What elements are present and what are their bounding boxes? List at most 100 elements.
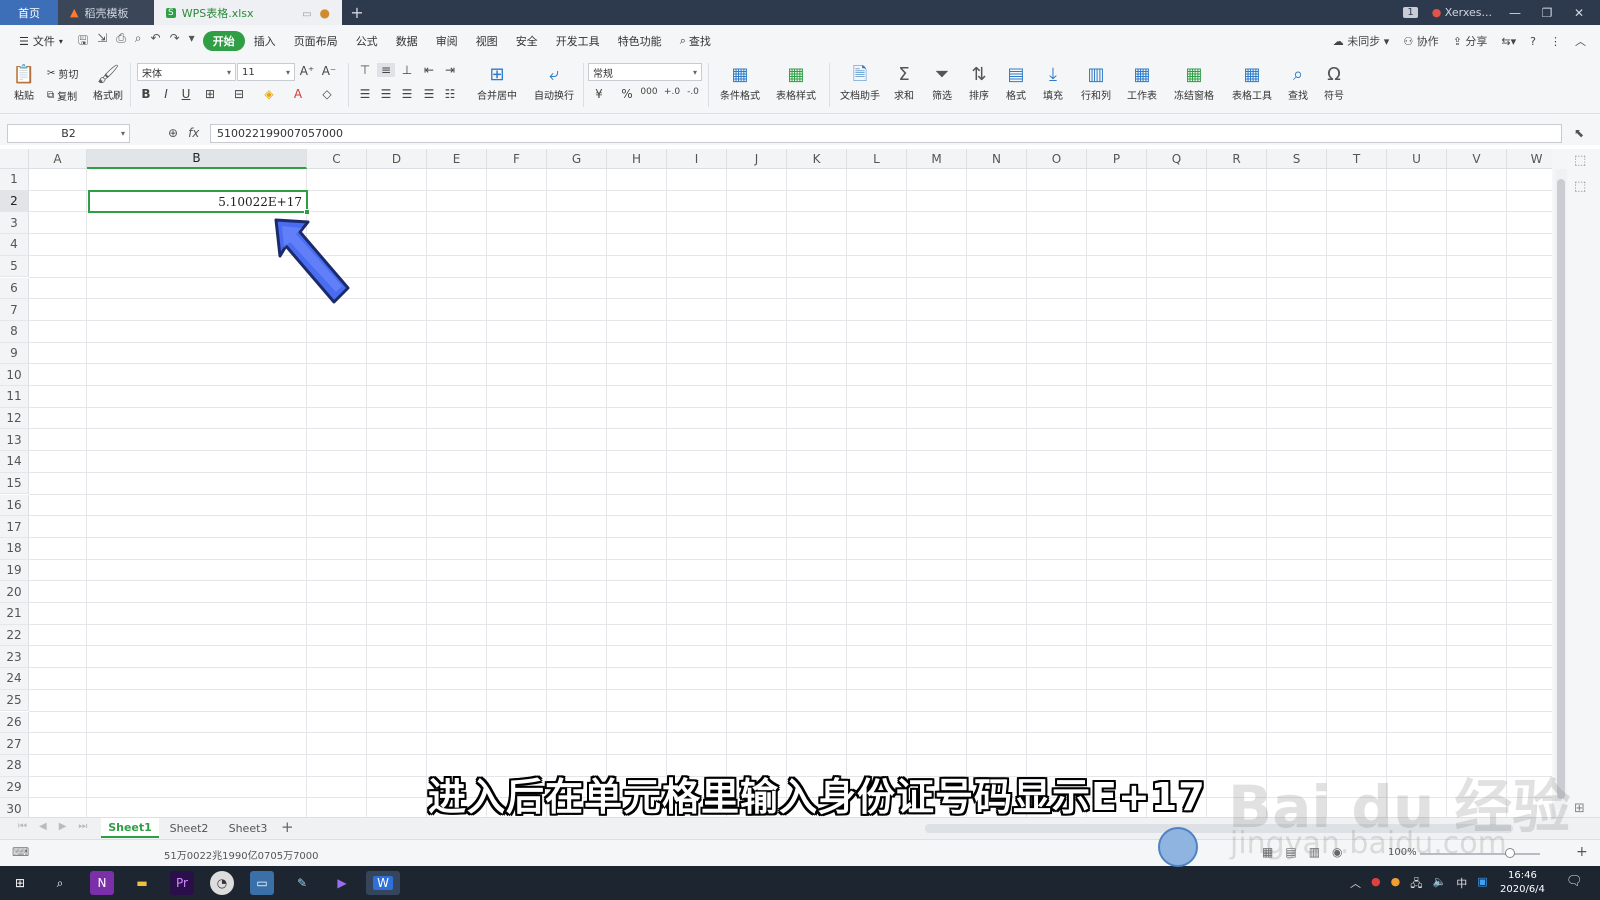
column-header[interactable]: M <box>907 149 967 169</box>
minimize-icon[interactable]: — <box>1506 6 1524 20</box>
conditional-format-button[interactable]: ▦ 条件格式 <box>714 63 766 102</box>
doc-helper-button[interactable]: 🗎 文档助手 <box>836 63 884 102</box>
column-header[interactable]: T <box>1327 149 1387 169</box>
menu-search[interactable]: ⌕ 查找 <box>671 31 720 51</box>
indent-decrease-icon[interactable]: ⇤ <box>420 63 438 77</box>
column-header[interactable]: K <box>787 149 847 169</box>
column-header[interactable]: G <box>547 149 607 169</box>
row-header[interactable]: 26 <box>0 711 29 734</box>
wps-taskbar-icon[interactable]: W <box>366 871 400 895</box>
row-header[interactable]: 12 <box>0 407 29 430</box>
row-header[interactable]: 3 <box>0 212 29 235</box>
menu-home[interactable]: 开始 <box>202 31 245 51</box>
row-header[interactable]: 8 <box>0 320 29 343</box>
align-middle-icon[interactable]: ≡ <box>377 63 395 77</box>
column-header[interactable]: J <box>727 149 787 169</box>
add-sheet-icon[interactable]: + <box>281 818 294 836</box>
font-shrink-icon[interactable]: A⁻ <box>320 64 338 78</box>
decrease-decimal-icon[interactable]: -.0 <box>684 87 702 97</box>
window-count-badge[interactable]: 1 <box>1403 7 1418 18</box>
border-icon[interactable]: ⊞ <box>201 87 219 101</box>
next-sheet-icon[interactable]: ▶ <box>59 821 67 832</box>
column-header[interactable]: W <box>1507 149 1552 169</box>
row-header[interactable]: 15 <box>0 472 29 495</box>
column-header[interactable]: C <box>307 149 367 169</box>
active-cell-b2[interactable]: 5.10022E+17 <box>88 190 310 215</box>
table-tools-button[interactable]: ▦ 表格工具 <box>1226 63 1278 102</box>
close-window-icon[interactable]: ✕ <box>1570 6 1588 20</box>
find-button[interactable]: ⌕ 查找 <box>1282 63 1314 102</box>
filter-button[interactable]: ⏷ 筛选 <box>926 63 958 102</box>
network-icon[interactable]: 🖧 <box>1410 875 1422 894</box>
align-bottom-icon[interactable]: ⊥ <box>398 63 416 77</box>
row-header[interactable]: 19 <box>0 559 29 582</box>
row-header[interactable]: 4 <box>0 234 29 256</box>
indent-increase-icon[interactable]: ⇥ <box>441 63 459 77</box>
row-header[interactable]: 20 <box>0 581 29 603</box>
column-header[interactable]: N <box>967 149 1027 169</box>
row-header[interactable]: 9 <box>0 342 29 365</box>
row-header[interactable]: 11 <box>0 386 29 408</box>
column-header[interactable]: R <box>1207 149 1267 169</box>
increase-decimal-icon[interactable]: +.0 <box>663 87 681 97</box>
wrap-text-button[interactable]: ⤶ 自动换行 <box>529 63 579 102</box>
column-header[interactable]: P <box>1087 149 1147 169</box>
justify-icon[interactable]: ☰ <box>420 87 438 101</box>
row-header[interactable]: 17 <box>0 516 29 538</box>
print-preview-icon[interactable]: ⌕ <box>135 31 142 52</box>
spreadsheet-grid[interactable]: A B C D E F G H I J K L M N O P Q R S T U V W 1 2 3 4 5 6 7 8 9 10 11 12 13… <box>0 149 1552 817</box>
row-header[interactable]: 18 <box>0 537 29 560</box>
select-all-corner[interactable] <box>0 149 29 169</box>
row-header[interactable]: 7 <box>0 299 29 321</box>
undo-icon[interactable]: ↶ <box>151 31 161 52</box>
column-header[interactable]: Q <box>1147 149 1207 169</box>
save-icon[interactable]: 🖫 <box>78 31 88 52</box>
restore-icon[interactable]: ❐ <box>1538 6 1556 20</box>
column-header[interactable]: V <box>1447 149 1507 169</box>
column-header[interactable]: F <box>487 149 547 169</box>
align-right-icon[interactable]: ☰ <box>398 87 416 101</box>
font-grow-icon[interactable]: A⁺ <box>298 64 316 78</box>
row-header[interactable]: 10 <box>0 364 29 386</box>
align-left-icon[interactable]: ☰ <box>356 87 374 101</box>
symbol-button[interactable]: Ω 符号 <box>1318 63 1350 102</box>
taskbar-clock[interactable]: 16:46 2020/6/4 <box>1500 869 1545 897</box>
column-header[interactable]: O <box>1027 149 1087 169</box>
bold-icon[interactable]: B <box>137 87 155 101</box>
grid-view-icon[interactable]: ⊞ <box>1574 801 1585 816</box>
print-icon[interactable]: ⎙ <box>116 31 126 52</box>
font-color-icon[interactable]: A <box>289 87 307 101</box>
font-name-select[interactable]: 宋体 ▾ <box>137 63 236 81</box>
file-menu[interactable]: ☰ 文件 ▾ <box>10 31 72 51</box>
fill-handle[interactable] <box>304 209 310 215</box>
media-player-icon[interactable]: ▶ <box>330 871 354 895</box>
menu-insert[interactable]: 插入 <box>245 31 285 51</box>
customize-icon[interactable]: ▾ <box>189 31 195 52</box>
row-header[interactable]: 25 <box>0 689 29 712</box>
column-header[interactable]: L <box>847 149 907 169</box>
tray-expand-icon[interactable]: ︿ <box>1350 875 1361 894</box>
column-header[interactable]: H <box>607 149 667 169</box>
name-box[interactable]: B2 ▾ <box>7 124 130 143</box>
align-center-icon[interactable]: ☰ <box>377 87 395 101</box>
pin-icon[interactable]: ▭ <box>302 9 311 20</box>
paste-button[interactable]: 📋 粘贴 <box>10 63 38 102</box>
column-header[interactable]: A <box>29 149 87 169</box>
tab-close-icon[interactable]: ▭ ● <box>302 6 330 20</box>
merge-center-button[interactable]: ⊞ 合并居中 <box>472 63 522 102</box>
align-top-icon[interactable]: ⊤ <box>356 63 374 77</box>
side-panel-icon[interactable]: ⬚ <box>1574 153 1586 168</box>
column-header[interactable]: B <box>87 149 307 169</box>
zoom-formula-icon[interactable]: ⊕ <box>168 126 178 140</box>
tray-qq-icon[interactable]: ● <box>1391 875 1401 894</box>
windows-start-icon[interactable]: ⊞ <box>8 871 32 895</box>
row-header[interactable]: 23 <box>0 646 29 669</box>
premiere-icon[interactable]: Pr <box>170 871 194 895</box>
format-button[interactable]: ▤ 格式 <box>1000 63 1032 102</box>
formula-input[interactable]: 510022199007057000 <box>210 124 1562 143</box>
zoom-in-icon[interactable]: + <box>1576 844 1588 860</box>
table-style-button[interactable]: ▦ 表格样式 <box>770 63 822 102</box>
volume-icon[interactable]: 🔈 <box>1432 875 1446 894</box>
sheet-tab-1[interactable]: Sheet1 <box>101 818 159 838</box>
switch-icon[interactable]: ⇆▾ <box>1501 35 1516 48</box>
